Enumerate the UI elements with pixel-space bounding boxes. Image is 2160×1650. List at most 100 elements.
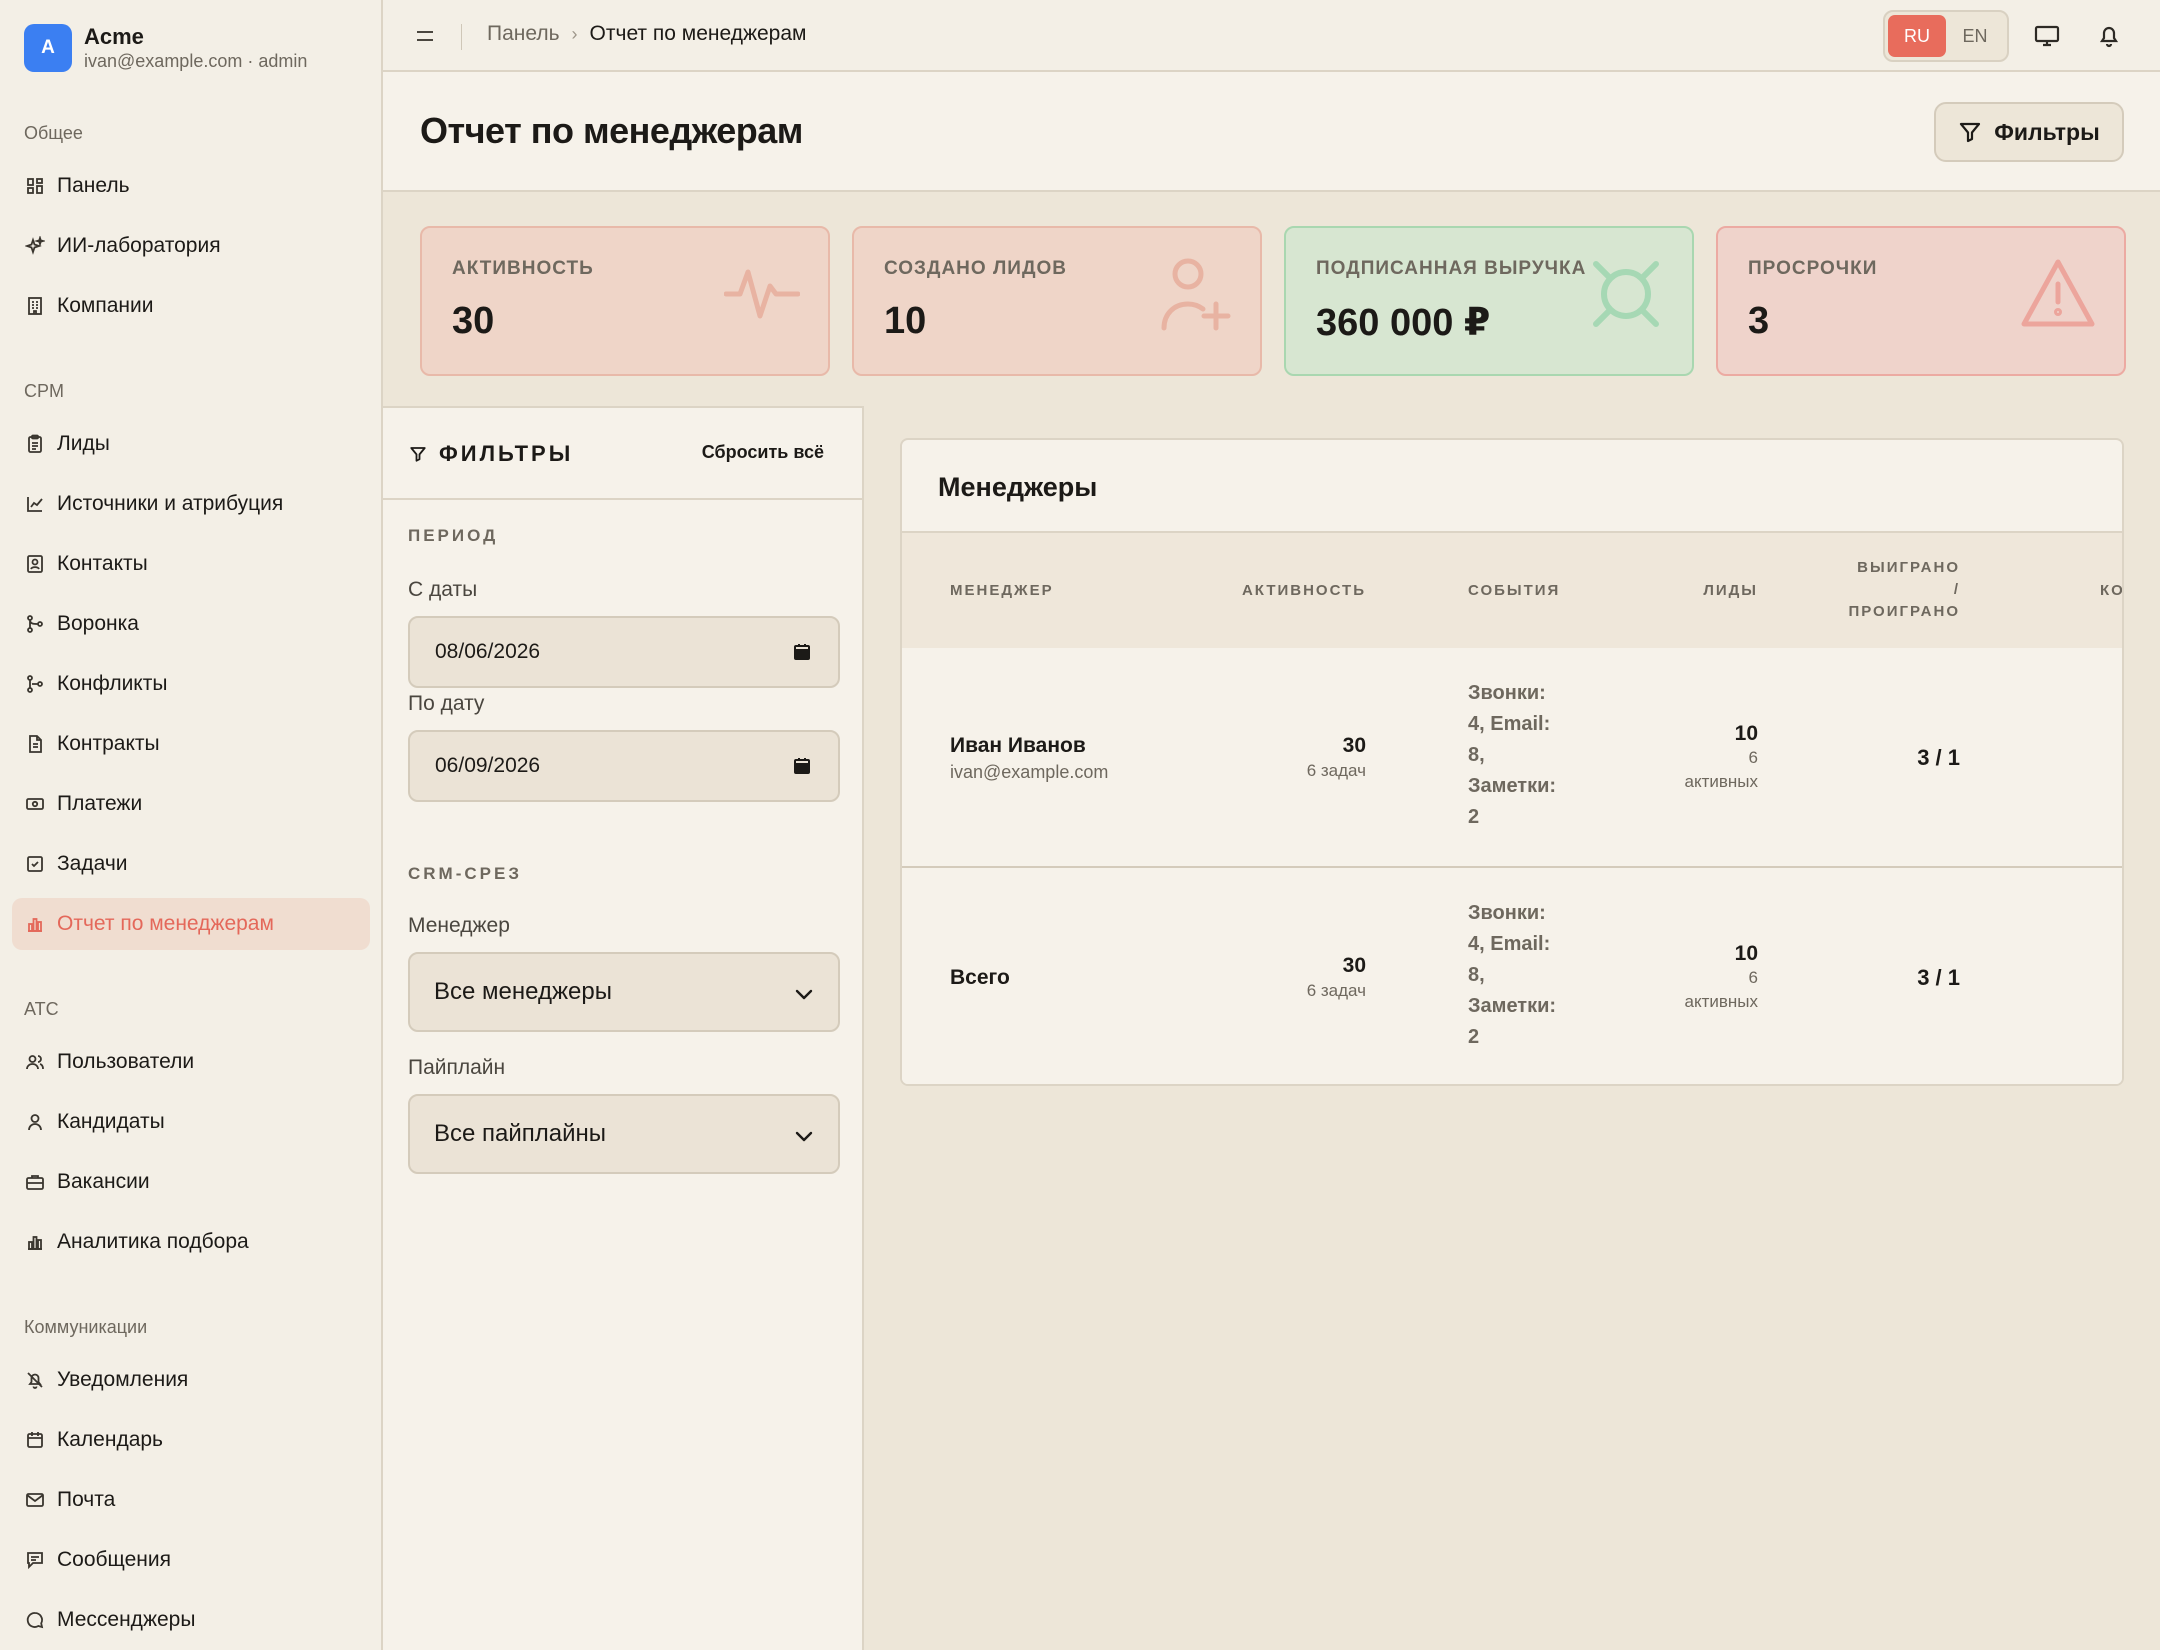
won-lost-value: 3 / 1 (1917, 965, 1960, 990)
check-square-icon (27, 856, 43, 872)
calendar-icon[interactable] (792, 642, 812, 662)
column-header-events[interactable]: СОБЫТИЯ (1468, 580, 1560, 602)
events-line: 8, (1468, 964, 1485, 986)
pipeline-select-value: Все пайплайны (434, 1120, 607, 1147)
chevron-down-icon (795, 1131, 813, 1142)
table-row-total[interactable]: Всего 30 6 задач Звонки: 4, Email: 8, За… (902, 868, 2122, 1084)
kpi-label: ПРОСРОЧКИ (1748, 258, 1878, 279)
sidebar-item-manager-report[interactable]: Отчет по менеджерам (12, 898, 370, 950)
filter-panel-title: ФИЛЬТРЫ (409, 441, 573, 467)
sidebar-item-users[interactable]: Пользователи (12, 1036, 370, 1088)
divider (461, 24, 462, 50)
nav-section-communications: Коммуникации (24, 1317, 148, 1337)
filters-button[interactable]: Фильтры (1934, 102, 2124, 162)
lang-en-button[interactable]: EN (1946, 15, 2004, 57)
sidebar-item-calendar[interactable]: Календарь (12, 1414, 370, 1466)
sidebar-item-messages[interactable]: Сообщения (12, 1534, 370, 1586)
briefcase-icon (26, 1175, 44, 1190)
date-to-input[interactable]: 06/09/2026 (408, 730, 840, 802)
sidebar-item-label: Задачи (57, 852, 128, 875)
sidebar-item-contacts[interactable]: Контакты (12, 538, 370, 590)
sidebar-item-contracts[interactable]: Контракты (12, 718, 370, 770)
period-section-title: ПЕРИОД (408, 526, 499, 545)
filter-panel: ФИЛЬТРЫ Сбросить всё ПЕРИОД С даты 08/06… (383, 406, 864, 1650)
leads-active-count: 6 (1748, 968, 1758, 987)
bell-icon[interactable] (2095, 22, 2123, 50)
date-from-value: 08/06/2026 (435, 640, 541, 663)
lang-ru-button[interactable]: RU (1888, 15, 1946, 57)
column-header-won-lost-line: ПРОИГРАНО (1848, 603, 1960, 620)
workspace-avatar: A (24, 24, 72, 72)
activity-icon (724, 269, 800, 319)
sidebar-item-conflicts[interactable]: Конфликты (12, 658, 370, 710)
sidebar-item-payments[interactable]: Платежи (12, 778, 370, 830)
won-lost-value: 3 / 1 (1917, 745, 1960, 770)
git-merge-icon (27, 615, 43, 633)
column-header-won-lost-line: ВЫИГРАНО (1857, 559, 1960, 576)
monitor-icon[interactable] (2033, 22, 2061, 50)
date-from-input[interactable]: 08/06/2026 (408, 616, 840, 688)
activity-value: 30 (1342, 734, 1366, 757)
breadcrumb-separator: › (571, 23, 578, 44)
filter-panel-header: ФИЛЬТРЫ Сбросить всё (383, 408, 862, 500)
filter-panel-title-text: ФИЛЬТРЫ (439, 441, 574, 466)
sidebar-toggle-icon[interactable] (413, 24, 437, 48)
git-branch-icon (27, 675, 43, 693)
kpi-card-overdue: ПРОСРОЧКИ 3 (1716, 226, 2126, 376)
sidebar-item-tasks[interactable]: Задачи (12, 838, 370, 890)
sidebar-item-funnel[interactable]: Воронка (12, 598, 370, 650)
sidebar-item-ai-lab[interactable]: ИИ-лаборатория (12, 220, 370, 272)
sidebar-item-label: Вакансии (57, 1170, 150, 1193)
sidebar-item-label: ИИ-лаборатория (57, 234, 221, 257)
line-chart-icon (27, 497, 43, 512)
sidebar-item-label: Контакты (57, 552, 148, 575)
column-header-next[interactable]: КО (2100, 580, 2122, 602)
sidebar-item-recruiting-analytics[interactable]: Аналитика подбора (12, 1216, 370, 1268)
nav-section-crm: CPM (24, 381, 64, 401)
reset-filters-button[interactable]: Сбросить всё (702, 442, 824, 463)
sidebar-item-label: Сообщения (57, 1548, 171, 1571)
sidebar-item-sources[interactable]: Источники и атрибуция (12, 478, 370, 530)
leads-active: 6 активных (1642, 966, 1758, 1014)
sidebar-item-label: Уведомления (57, 1368, 189, 1391)
column-header-manager[interactable]: МЕНЕДЖЕР (950, 580, 1054, 602)
column-header-won-lost[interactable]: ВЫИГРАНО / ПРОИГРАНО (1822, 557, 1960, 623)
sidebar-item-messengers[interactable]: Мессенджеры (12, 1594, 370, 1646)
kpi-value: 360 000 ₽ (1316, 302, 1491, 344)
leads-active-count: 6 (1748, 748, 1758, 767)
manager-select-value: Все менеджеры (434, 978, 612, 1005)
sidebar-item-label: Компании (57, 294, 154, 317)
sidebar-item-companies[interactable]: Компании (12, 280, 370, 332)
pipeline-select[interactable]: Все пайплайны (408, 1094, 840, 1174)
pipeline-select-label: Пайплайн (408, 1056, 506, 1079)
table-row[interactable]: Иван Иванов ivan@example.com 30 6 задач … (902, 648, 2122, 868)
mail-icon (26, 1493, 44, 1507)
breadcrumb-home-link[interactable]: Панель (487, 22, 560, 46)
filter-icon (1960, 122, 1981, 143)
sidebar-item-dashboard[interactable]: Панель (12, 160, 370, 212)
column-header-leads[interactable]: ЛИДЫ (1642, 580, 1758, 602)
date-to-value: 06/09/2026 (435, 754, 541, 777)
sidebar-item-notifications[interactable]: Уведомления (12, 1354, 370, 1406)
events-line: Заметки: (1468, 995, 1557, 1017)
leads-value: 10 (1734, 942, 1758, 965)
manager-select[interactable]: Все менеджеры (408, 952, 840, 1032)
events-line: 8, (1468, 744, 1485, 766)
sidebar-item-mail[interactable]: Почта (12, 1474, 370, 1526)
user-email: ivan@example.com · admin (84, 51, 308, 71)
manager-select-label: Менеджер (408, 914, 510, 937)
sidebar-item-leads[interactable]: Лиды (12, 418, 370, 470)
table-title: Менеджеры (938, 472, 1098, 502)
calendar-icon (27, 1432, 43, 1448)
users-icon (26, 1055, 44, 1070)
column-header-activity[interactable]: АКТИВНОСТЬ (1218, 580, 1366, 602)
crm-section-title: CRM-СРЕЗ (408, 864, 522, 883)
sidebar-item-label: Конфликты (57, 672, 168, 695)
sidebar-item-candidates[interactable]: Кандидаты (12, 1096, 370, 1148)
nav-section-general: Общее (24, 123, 83, 143)
calendar-icon[interactable] (792, 756, 812, 776)
leads-active: 6 активных (1642, 746, 1758, 794)
workspace-switcher[interactable]: A Acme ivan@example.com · admin (24, 24, 307, 72)
sidebar-item-vacancies[interactable]: Вакансии (12, 1156, 370, 1208)
clipboard-icon (28, 434, 42, 453)
